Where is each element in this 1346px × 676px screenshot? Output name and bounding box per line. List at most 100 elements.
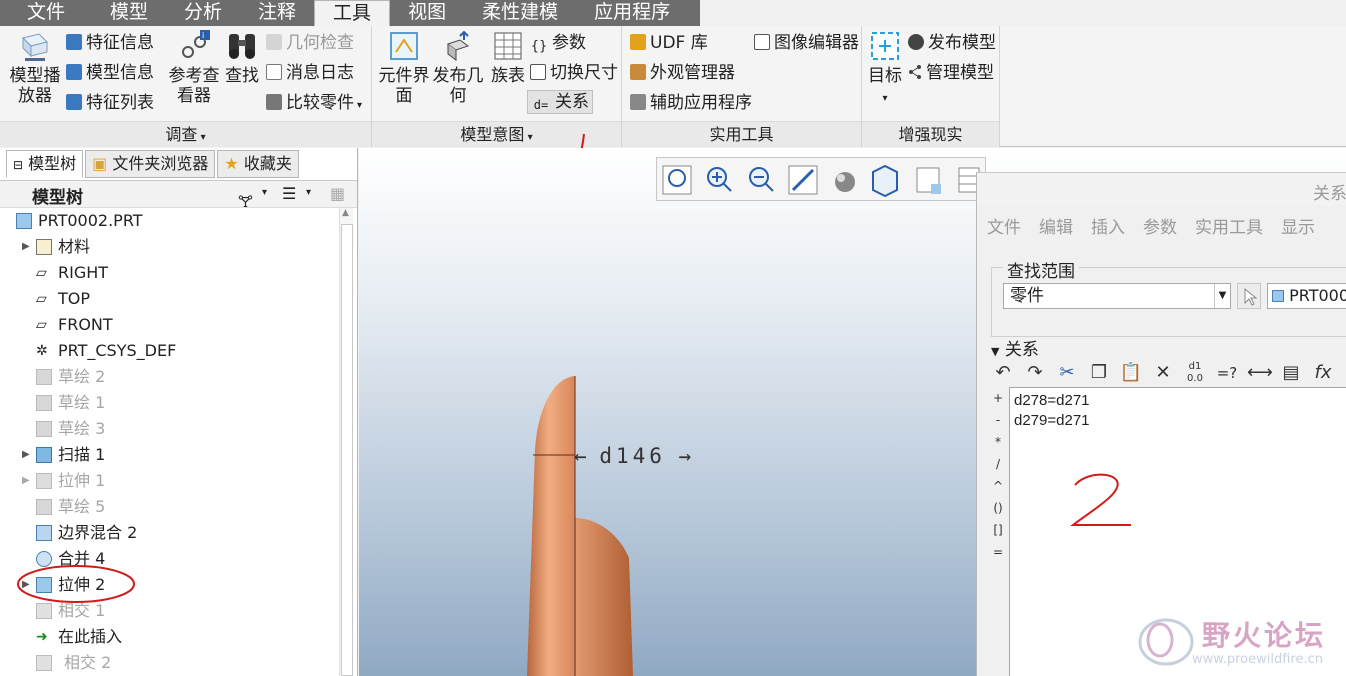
- tree-item-material[interactable]: ▶ 材料: [0, 234, 338, 260]
- redo-icon[interactable]: ↷: [1023, 361, 1047, 385]
- publish-model-button[interactable]: 发布模型: [908, 32, 996, 56]
- expand-arrow-icon[interactable]: ▶: [22, 442, 30, 468]
- tree-item-sketch-5[interactable]: 草绘 5: [0, 494, 338, 520]
- udf-library-button[interactable]: UDF 库: [630, 32, 708, 56]
- tree-item-csys[interactable]: ✲ PRT_CSYS_DEF: [0, 338, 338, 364]
- message-log-button[interactable]: 消息日志: [266, 62, 354, 86]
- operator-power[interactable]: ^: [989, 475, 1007, 497]
- view-manager-icon[interactable]: [916, 167, 941, 194]
- image-editor-button[interactable]: 图像编辑器: [754, 32, 859, 56]
- tree-item-right-plane[interactable]: ▱ RIGHT: [0, 260, 338, 286]
- menu-edit[interactable]: 编辑: [1039, 213, 1073, 238]
- tree-scrollbar[interactable]: ▲: [339, 208, 353, 676]
- group-label-investigate[interactable]: 调查 ▾: [0, 121, 371, 147]
- scroll-up-icon[interactable]: ▲: [342, 208, 349, 218]
- tree-item-intersect-2[interactable]: 相交 2: [0, 650, 338, 676]
- scrollbar-thumb[interactable]: [341, 224, 353, 676]
- feature-list-button[interactable]: 特征列表: [66, 92, 154, 116]
- copy-icon[interactable]: ❐: [1087, 361, 1111, 385]
- model-info-button[interactable]: 模型信息: [66, 62, 154, 86]
- switch-symbols-icon[interactable]: d1 0.0: [1183, 361, 1207, 385]
- repaint-icon[interactable]: [788, 165, 818, 195]
- tab-tools[interactable]: 工具: [314, 0, 391, 26]
- scope-type-select[interactable]: 零件 ▼: [1003, 283, 1231, 309]
- operator-divide[interactable]: /: [989, 453, 1007, 475]
- chevron-down-icon[interactable]: ▾: [306, 187, 311, 198]
- menu-utilities[interactable]: 实用工具: [1195, 213, 1263, 238]
- function-icon[interactable]: fx: [1311, 361, 1335, 385]
- operator-brackets[interactable]: []: [989, 519, 1007, 541]
- chevron-down-icon[interactable]: ▾: [262, 187, 267, 198]
- family-table-button[interactable]: 族表: [488, 30, 528, 86]
- tab-flexible-modeling[interactable]: 柔性建模: [464, 0, 576, 26]
- publish-geometry-button[interactable]: 发布几 何: [432, 30, 484, 106]
- target-button[interactable]: 目标 ▾: [866, 30, 904, 109]
- tree-item-sketch-1[interactable]: 草绘 1: [0, 390, 338, 416]
- relation-line[interactable]: d279=d271: [1014, 411, 1344, 431]
- evaluate-icon[interactable]: =?: [1215, 361, 1239, 385]
- menu-insert[interactable]: 插入: [1091, 213, 1125, 238]
- right-body-surface[interactable]: [575, 518, 633, 676]
- geometry-check-button[interactable]: 几何检查: [266, 32, 354, 56]
- tab-model[interactable]: 模型: [92, 0, 166, 26]
- tree-item-front-plane[interactable]: ▱ FRONT: [0, 312, 338, 338]
- tree-item-sketch-2[interactable]: 草绘 2: [0, 364, 338, 390]
- model-player-button[interactable]: 模型播 放器: [6, 30, 64, 106]
- relations-button[interactable]: d= 关系: [527, 90, 593, 114]
- zoom-in-icon[interactable]: [707, 167, 732, 192]
- tab-annotate[interactable]: 注释: [240, 0, 314, 26]
- tree-item-part[interactable]: PRT0002.PRT: [0, 208, 338, 234]
- delete-icon[interactable]: ✕: [1151, 361, 1175, 385]
- manage-model-button[interactable]: 管理模型: [908, 62, 994, 86]
- left-body-surface[interactable]: [527, 376, 575, 676]
- tree-filter-icon[interactable]: ☰: [282, 184, 296, 203]
- tree-item-sketch-3[interactable]: 草绘 3: [0, 416, 338, 442]
- operator-equals[interactable]: =: [989, 541, 1007, 563]
- component-interface-button[interactable]: 元件界 面: [378, 30, 430, 106]
- zoom-out-icon[interactable]: [749, 167, 774, 192]
- menu-file[interactable]: 文件: [987, 213, 1021, 238]
- undo-icon[interactable]: ↶: [991, 361, 1015, 385]
- operator-parentheses[interactable]: (): [989, 497, 1007, 519]
- auxiliary-app-button[interactable]: 辅助应用程序: [630, 92, 752, 116]
- tab-analysis[interactable]: 分析: [166, 0, 240, 26]
- operator-minus[interactable]: -: [989, 409, 1007, 431]
- switch-dimensions-button[interactable]: 切换尺寸: [530, 62, 618, 86]
- appearance-manager-button[interactable]: 外观管理器: [630, 62, 735, 86]
- expand-arrow-icon[interactable]: ▶: [22, 468, 30, 494]
- tree-item-boundary-blend-2[interactable]: 边界混合 2: [0, 520, 338, 546]
- select-object-button[interactable]: [1237, 283, 1261, 309]
- tab-applications[interactable]: 应用程序: [576, 0, 688, 26]
- feature-info-button[interactable]: 特征信息: [66, 32, 154, 56]
- reference-viewer-button[interactable]: i 参考查 看器: [166, 30, 222, 106]
- refit-icon[interactable]: [662, 165, 692, 195]
- sort-relations-icon[interactable]: ▤: [1279, 361, 1303, 385]
- tab-model-tree[interactable]: ⊟ 模型树: [6, 150, 84, 178]
- paste-icon[interactable]: 📋: [1119, 361, 1143, 385]
- saved-orientations-icon[interactable]: [872, 164, 898, 198]
- tree-item-top-plane[interactable]: ▱ TOP: [0, 286, 338, 312]
- find-button[interactable]: 查找: [224, 30, 260, 86]
- tree-item-insert-here[interactable]: ➜ 在此插入: [0, 624, 338, 650]
- cut-icon[interactable]: ✂: [1055, 361, 1079, 385]
- tree-columns-icon[interactable]: ▦: [330, 184, 345, 203]
- dimension-d146[interactable]: ← d146 →: [574, 444, 691, 468]
- insert-dimension-icon[interactable]: ⟷: [1247, 361, 1273, 385]
- relations-section-header[interactable]: ▼ 关系: [991, 335, 1039, 360]
- expand-arrow-icon[interactable]: ▶: [22, 234, 30, 260]
- operator-multiply[interactable]: *: [989, 431, 1007, 453]
- parameters-button[interactable]: {} 参数: [530, 32, 586, 56]
- relation-line[interactable]: d278=d271: [1014, 391, 1344, 411]
- collapse-arrow-icon[interactable]: ▼: [991, 345, 999, 358]
- chevron-down-icon[interactable]: ▼: [1214, 284, 1230, 308]
- tab-file[interactable]: 文件: [0, 0, 92, 26]
- 3d-model[interactable]: [509, 358, 649, 676]
- menu-display[interactable]: 显示: [1281, 213, 1315, 238]
- tree-item-sweep-1[interactable]: ▶ 扫描 1: [0, 442, 338, 468]
- tab-folder-browser[interactable]: ▣ 文件夹浏览器: [85, 150, 216, 178]
- operator-plus[interactable]: +: [989, 387, 1007, 409]
- scope-object-field[interactable]: PRT0002: [1267, 283, 1346, 309]
- tab-view[interactable]: 视图: [390, 0, 464, 26]
- display-style-icon[interactable]: [835, 172, 855, 192]
- compare-parts-button[interactable]: 比较零件 ▾: [266, 92, 362, 116]
